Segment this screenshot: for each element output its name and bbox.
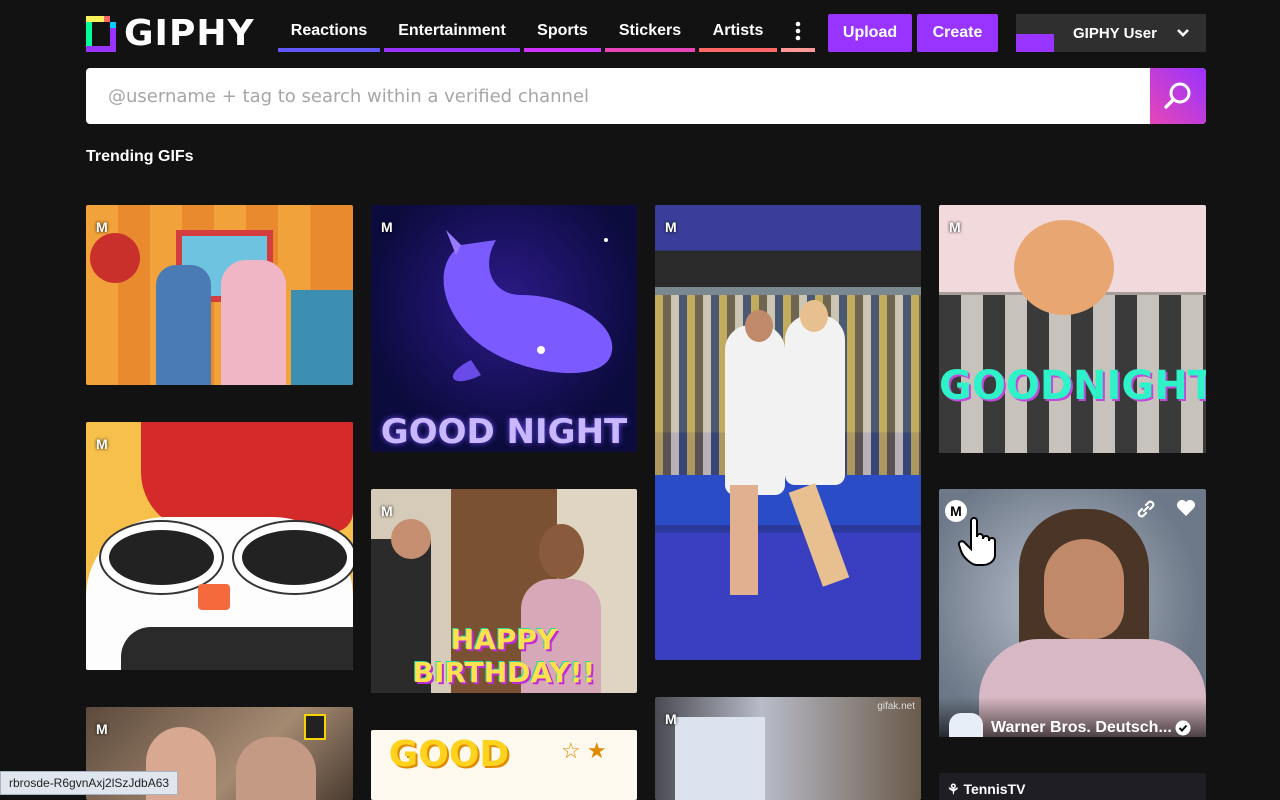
main-nav: Reactions Entertainment Sports Stickers …	[278, 14, 815, 52]
gif-shape	[800, 300, 828, 332]
badge: M	[665, 219, 677, 235]
tennistv-logo: ⚘ TennisTV	[947, 781, 1025, 798]
badge: M	[381, 503, 393, 519]
gif-caption: HAPPY BIRTHDAY!!	[412, 623, 596, 689]
badge: M	[949, 219, 961, 235]
nav-sports[interactable]: Sports	[524, 14, 601, 52]
badge: M	[96, 721, 108, 737]
nav-underline	[605, 48, 695, 52]
watermark: gifak.net	[877, 701, 915, 712]
gif-tile[interactable]: GOOD ☆ ★	[371, 730, 637, 800]
status-bar-url: rbrosde-R6gvnAxj2lSzJdbA63	[0, 771, 179, 795]
more-vertical-icon	[795, 21, 801, 41]
badge: M	[96, 219, 108, 235]
gif-shape	[291, 290, 353, 385]
gif-shape	[1044, 539, 1124, 639]
search-bar	[86, 68, 1206, 124]
nav-underline	[384, 48, 520, 52]
gif-shape	[90, 233, 140, 283]
tennis-ball-icon: ⚘	[947, 781, 960, 797]
whale-graphic	[443, 230, 613, 382]
gif-shape	[236, 737, 316, 800]
upload-button[interactable]: Upload	[828, 14, 912, 52]
giphy-logo[interactable]: GIPHY	[86, 16, 255, 52]
nav-more[interactable]	[781, 14, 815, 52]
gif-tile[interactable]: M Warner Bros. Deutsch...	[939, 489, 1206, 737]
nav-label: Sports	[537, 22, 588, 39]
gif-shape	[234, 522, 353, 593]
nav-label: Entertainment	[398, 22, 506, 39]
gif-shape	[101, 522, 222, 593]
gif-shape	[539, 524, 584, 579]
badge: M	[665, 711, 677, 727]
gif-shape	[391, 519, 431, 559]
section-title: Trending GIFs	[86, 148, 194, 165]
hand-cursor-icon	[957, 517, 996, 566]
gif-shape	[745, 310, 773, 342]
nav-underline	[524, 48, 601, 52]
gif-caption: GOODNIGHT!	[939, 363, 1206, 409]
nav-entertainment[interactable]: Entertainment	[384, 14, 520, 52]
gif-shape	[675, 717, 765, 800]
nav-label: Stickers	[618, 22, 682, 39]
gif-tile[interactable]: gifak.net M	[655, 697, 921, 800]
channel-avatar	[949, 713, 983, 737]
gif-shape	[785, 315, 845, 485]
nav-label: Artists	[712, 22, 764, 39]
gif-shape	[725, 325, 785, 495]
gif-tile[interactable]: M	[86, 422, 353, 670]
heart-icon[interactable]	[1176, 499, 1196, 517]
gif-shape	[156, 265, 211, 385]
search-icon	[1164, 82, 1191, 109]
badge: M	[381, 219, 393, 235]
chevron-down-icon	[1177, 29, 1189, 37]
star-icon: ☆ ★	[561, 738, 607, 763]
nav-stickers[interactable]: Stickers	[605, 14, 695, 52]
avatar	[1016, 34, 1054, 52]
gif-shape	[221, 260, 286, 385]
gif-tile[interactable]: M	[655, 205, 921, 660]
gif-tile[interactable]: M	[86, 205, 353, 385]
gif-caption: GOOD NIGHT	[380, 412, 628, 452]
user-name: GIPHY User	[1073, 24, 1157, 42]
nav-label: Reactions	[290, 22, 368, 39]
verified-icon	[1175, 720, 1191, 736]
create-button[interactable]: Create	[917, 14, 998, 52]
search-input[interactable]	[106, 84, 1110, 108]
nav-reactions[interactable]: Reactions	[278, 14, 380, 52]
channel-name: TennisTV	[963, 781, 1026, 797]
gif-shape	[304, 714, 326, 740]
badge: M	[96, 436, 108, 452]
gif-shape	[121, 627, 353, 670]
brand-name: GIPHY	[124, 13, 255, 54]
gif-tile[interactable]: GOODNIGHT! M	[939, 205, 1206, 453]
channel-name[interactable]: Warner Bros. Deutsch...	[991, 719, 1172, 737]
gif-shape	[198, 584, 230, 610]
gif-shape	[1014, 220, 1114, 315]
nav-underline	[699, 48, 777, 52]
search-button[interactable]	[1150, 68, 1206, 124]
gif-tile[interactable]: GOOD NIGHT M	[371, 205, 637, 452]
giphy-logo-icon	[86, 16, 116, 52]
nav-artists[interactable]: Artists	[699, 14, 777, 52]
gif-tile[interactable]: ⚘ TennisTV	[939, 773, 1206, 800]
gif-shape	[730, 485, 758, 595]
nav-underline	[781, 48, 815, 52]
nav-underline	[278, 48, 380, 52]
gif-tile[interactable]: HAPPY BIRTHDAY!! M	[371, 489, 637, 693]
link-icon[interactable]	[1136, 499, 1156, 519]
user-menu[interactable]: GIPHY User	[1016, 14, 1206, 52]
gif-shape	[141, 422, 353, 532]
